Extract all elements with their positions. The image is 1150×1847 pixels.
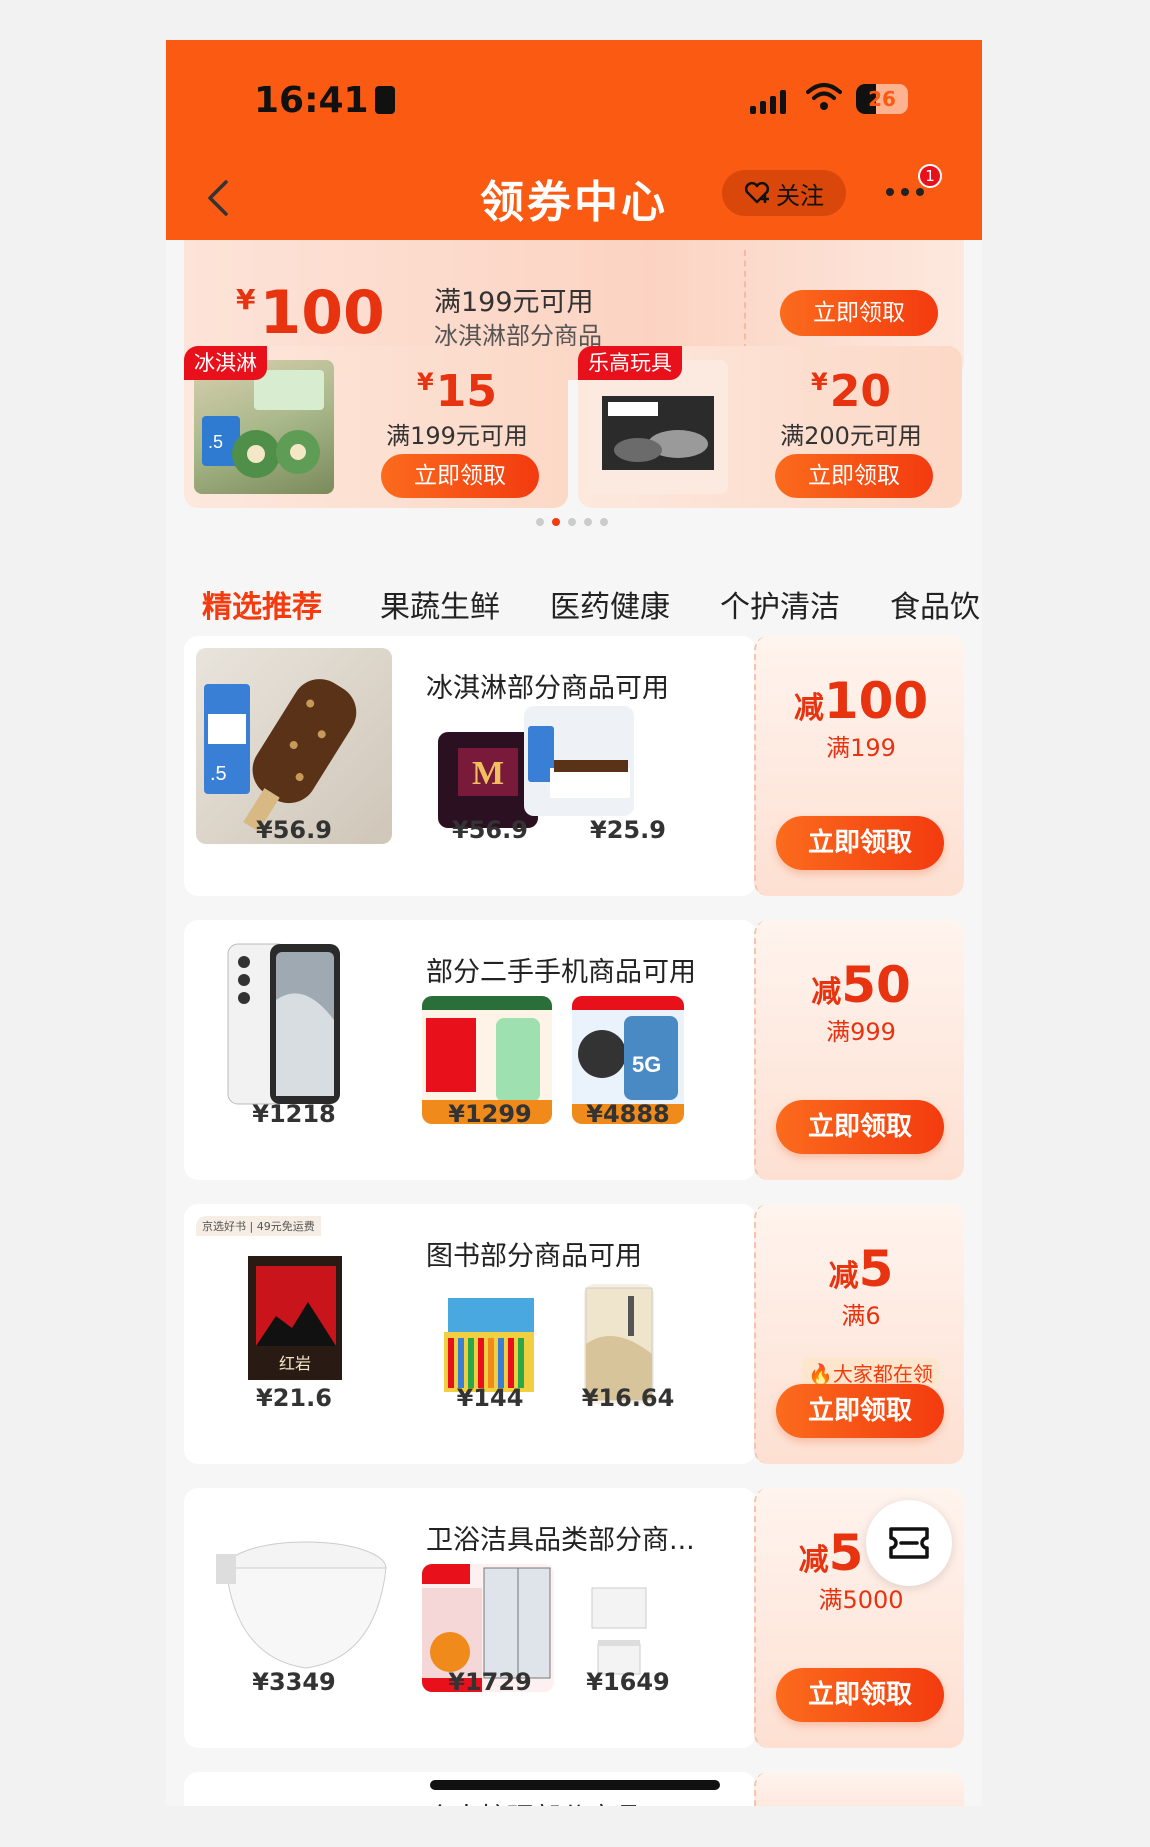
product-price: ¥25.9 [590,816,666,844]
tab-produce[interactable]: 果蔬生鲜 [380,582,500,626]
tab-food[interactable]: 食品饮 [890,582,980,626]
fire-icon: 🔥 [808,1362,833,1386]
mini-coupon-condition: 满199元可用 [386,422,528,450]
claim-button[interactable]: 立即领取 [776,1384,944,1438]
card-coupon [754,1772,964,1806]
tab-medicine[interactable]: 医药健康 [550,582,670,626]
more-options-icon[interactable] [886,188,924,196]
mini-coupon-tag: 乐高玩具 [578,346,682,380]
discount-condition: 满999 [826,1018,896,1046]
page-title: 领券中心 [480,177,668,228]
book-title: 红岩 [278,1356,311,1373]
discount-amount: 减5 [828,1240,894,1298]
coupon-card-bathroom: 卫浴洁具品类部分商... ¥3349 ¥1729 ¥1649 减5 满5000 … [184,1488,964,1748]
status-time: 16:41 [254,80,395,121]
header-bar: 16:41 26 领券中心 关注 1 [166,40,982,240]
carousel-dot [584,518,592,526]
discount-condition: 满199 [826,734,896,762]
mini-coupon-lego: 乐高玩具 ¥20 满200元可用 立即领取 [578,346,962,508]
tab-personal-care[interactable]: 个护清洁 [720,582,840,626]
card-products: 卫浴洁具品类部分商... ¥3349 ¥1729 ¥1649 [184,1488,756,1748]
claim-button[interactable]: 立即领取 [381,454,539,498]
icecream-bar-image[interactable]: .5 [196,648,392,844]
card-products: 部分二手手机商品可用 5G ¥1218 ¥1299 ¥4888 [184,920,756,1180]
product-price: ¥56.9 [452,816,528,844]
discount-amount: 减50 [811,956,911,1014]
product-price: ¥1649 [586,1668,670,1696]
discount-condition: 满6 [841,1302,881,1330]
follow-label: 关注 [776,181,824,210]
product-price: ¥1299 [448,1100,532,1128]
magnum-box-image[interactable]: M [438,732,538,828]
coupon-card-icecream: .5 冰淇淋部分商品可用 M ¥56.9 ¥56.9 ¥25.9 减100 满1… [184,636,964,896]
top-coupon-amount: ¥100 [236,278,385,348]
mini-coupon-amount: ¥15 [417,366,497,417]
carousel-dot-active [552,518,560,526]
svg-text:.5: .5 [210,763,227,785]
svg-text:5G: 5G [632,1052,661,1077]
notification-badge: 1 [918,164,942,188]
discount-amount: 减100 [793,672,929,730]
book-image[interactable]: 京选好书 | 49元免运费 红岩 [196,1216,392,1396]
svg-text:.5: .5 [208,432,223,452]
card-title: 部分二手手机商品可用 [426,957,696,988]
coupon-card-phones: 部分二手手机商品可用 5G ¥1218 ¥1299 ¥4888 减50 满999… [184,920,964,1180]
battery-icon: 26 [856,84,908,114]
mini-coupon-icecream: 冰淇淋 .5 ¥15 满199元可用 立即领取 [184,346,568,508]
claim-button[interactable]: 立即领取 [776,816,944,870]
mini-coupon-tag: 冰淇淋 [184,346,267,380]
claim-button[interactable]: 立即领取 [775,454,933,498]
mini-coupon-amount: ¥20 [811,366,891,417]
card-products: .5 冰淇淋部分商品可用 M ¥56.9 ¥56.9 ¥25.9 [184,636,756,896]
phone-screen: ¥100 满199元可用 冰淇淋部分商品 立即领取 冰淇淋 .5 ¥15 满19… [166,40,982,1806]
carousel-dot [536,518,544,526]
carousel-dot [600,518,608,526]
card-title: 图书部分商品可用 [426,1241,642,1272]
wifi-icon [806,83,842,110]
toilet-image[interactable] [196,1508,392,1678]
cellular-signal-icon [750,90,786,114]
icecream-product-image: .5 [194,360,334,494]
product-price: ¥16.64 [581,1384,675,1412]
carousel-dot [568,518,576,526]
card-coupon: 减5 满6 🔥大家都在领 立即领取 [754,1204,964,1464]
product-price: ¥3349 [252,1668,336,1696]
claim-button[interactable]: 立即领取 [776,1100,944,1154]
claim-button[interactable]: 立即领取 [776,1668,944,1722]
ticket-icon [889,1527,929,1559]
lego-product-image [588,360,728,494]
status-indicator-icon [374,86,395,114]
follow-button[interactable]: 关注 [722,170,846,216]
coupon-card-books: 京选好书 | 49元免运费 红岩 图书部分商品可用 ¥21.6 ¥144 ¥16… [184,1204,964,1464]
mini-coupon-condition: 满200元可用 [780,422,922,450]
product-price: ¥1218 [252,1100,336,1128]
home-indicator [430,1780,720,1790]
icecream-tray-image[interactable] [524,706,634,816]
phone-image[interactable] [214,940,374,1110]
product-price: ¥4888 [586,1100,670,1128]
product-price: ¥1729 [448,1668,532,1696]
card-coupon: 减100 满199 立即领取 [754,636,964,896]
popular-tag: 🔥大家都在领 [802,1358,939,1387]
card-title: 冰淇淋部分商品可用 [426,673,669,704]
product-price: ¥21.6 [256,1384,332,1412]
discount-condition: 满5000 [818,1586,904,1614]
card-title: 个人护理部分商品可用 [426,1796,746,1806]
claim-button[interactable]: 立即领取 [780,290,938,336]
card-coupon: 减50 满999 立即领取 [754,920,964,1180]
card-title: 卫浴洁具品类部分商... [426,1525,695,1556]
tab-featured[interactable]: 精选推荐 [202,582,322,626]
top-coupon-condition: 满199元可用 [434,287,594,318]
card-products: 京选好书 | 49元免运费 红岩 图书部分商品可用 ¥21.6 ¥144 ¥16… [184,1204,756,1464]
heart-plus-icon [744,181,770,204]
category-tabs: 精选推荐 果蔬生鲜 医药健康 个护清洁 食品饮 [166,552,982,648]
carousel-indicator [536,518,608,526]
product-price: ¥56.9 [256,816,332,844]
my-coupons-float-button[interactable] [866,1500,952,1586]
book-badge: 京选好书 | 49元免运费 [196,1216,321,1236]
svg-text:M: M [472,755,504,792]
coupon-divider [744,250,746,350]
product-price: ¥144 [456,1384,524,1412]
